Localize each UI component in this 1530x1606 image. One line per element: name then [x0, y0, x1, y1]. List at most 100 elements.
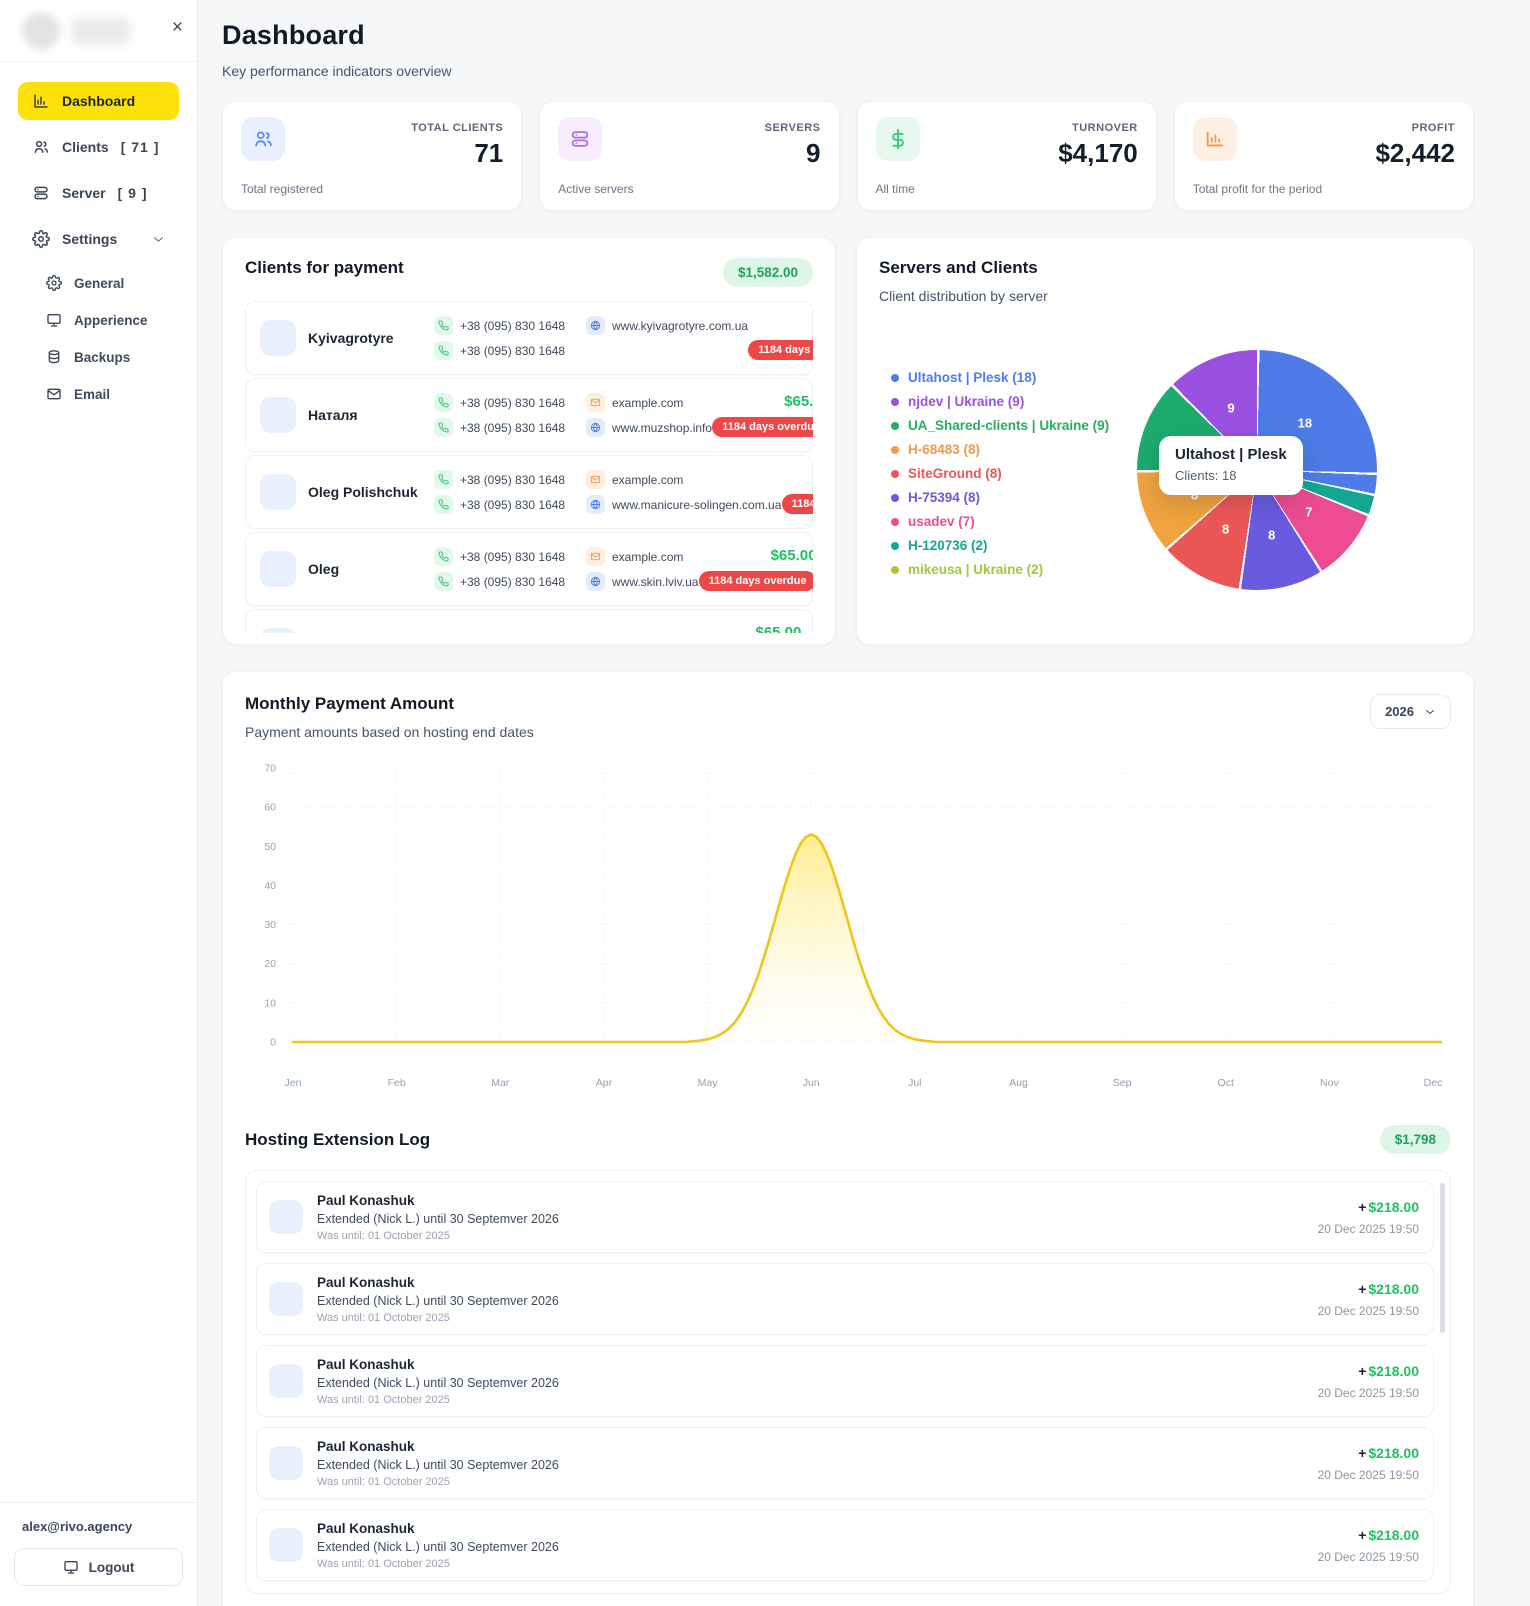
- close-icon[interactable]: ×: [172, 18, 183, 37]
- servers-panel-title: Servers and Clients: [879, 258, 1038, 277]
- globe-icon: [586, 572, 605, 591]
- client-avatar: [260, 551, 296, 587]
- svg-text:Jen: Jen: [285, 1077, 302, 1089]
- logout-button[interactable]: Logout: [14, 1548, 183, 1586]
- log-amount-value: $218.00: [1368, 1280, 1419, 1297]
- log-amount: + $218.00: [1209, 1527, 1419, 1543]
- hosting-log-scrollbar[interactable]: [1440, 1183, 1445, 1333]
- client-contacts: example.com www.skin.lviv.ua: [586, 547, 698, 592]
- client-row[interactable]: Kyivagrotyre +38 (095) 830 1648 +38 (095)…: [245, 301, 813, 375]
- kpi-icon: [1192, 117, 1237, 161]
- log-extension-text: Extended (Nick L.) until 30 Septemver 20…: [317, 1457, 559, 1472]
- client-row[interactable]: Oleg Polishchuk +38 (095) 830 1648 +38 (0…: [245, 455, 813, 529]
- svg-text:Mar: Mar: [491, 1077, 510, 1089]
- avatar: [22, 12, 60, 50]
- sidebar-item-server[interactable]: Server [ 9 ]: [18, 174, 179, 212]
- sidebar-nav: Dashboard Clients [ 71 ] Server [ 9 ] Se…: [0, 62, 197, 1502]
- nav-label: Backups: [74, 349, 131, 365]
- legend-label: usadev (7): [908, 514, 975, 529]
- client-amount: $65.00: [784, 393, 813, 410]
- log-avatar: [269, 1364, 303, 1398]
- client-row[interactable]: Oleg +38 (095) 830 1648 +38 (095) 830 164…: [245, 532, 813, 606]
- legend-item[interactable]: SiteGround (8): [891, 466, 1109, 481]
- legend-item[interactable]: mikeusa | Ukraine (2): [891, 562, 1109, 577]
- nav-label: Apperience: [74, 312, 148, 328]
- chevron-down-icon: [152, 233, 165, 246]
- log-timestamp: 20 Dec 2025 19:50: [1317, 1303, 1419, 1318]
- legend-item[interactable]: H-68483 (8): [891, 442, 1109, 457]
- nav-icon: [46, 386, 62, 402]
- sidebar-item-general[interactable]: General: [32, 266, 179, 300]
- legend-item[interactable]: Ultahost | Plesk (18): [891, 370, 1109, 385]
- hosting-log-title: Hosting Extension Log: [245, 1129, 431, 1149]
- legend-label: SiteGround (8): [908, 466, 1002, 481]
- pie-slice-label: 18: [1297, 415, 1313, 431]
- log-amount: + $218.00: [1209, 1281, 1419, 1297]
- client-avatar: [260, 397, 296, 433]
- kpi-value: 71: [474, 138, 504, 168]
- nav-icon: [32, 184, 50, 202]
- chevron-down-icon: [1424, 706, 1436, 718]
- clients-for-payment-panel: Clients for payment $1,582.00 Kyivagroty…: [222, 237, 836, 645]
- svg-text:50: 50: [264, 841, 276, 853]
- phone-icon: [434, 470, 453, 489]
- monthly-chart-title: Monthly Payment Amount: [245, 694, 455, 713]
- log-row[interactable]: Paul Konashuk Extended (Nick L.) until 3…: [256, 1345, 1434, 1417]
- legend-item[interactable]: H-75394 (8): [891, 490, 1109, 505]
- log-was-until: Was until: 01 October 2025: [317, 1475, 450, 1488]
- legend-item[interactable]: H-120736 (2): [891, 538, 1109, 553]
- sidebar-item-settings[interactable]: Settings: [18, 220, 179, 258]
- area-chart: 0 10 20 30 40 50 60 70 Jen Feb Mar Apr May Jun Jul Aug S…: [245, 754, 1451, 1099]
- sidebar-item-apperience[interactable]: Apperience: [32, 303, 179, 337]
- plus-sign: +: [1358, 1362, 1367, 1379]
- hosting-log-badge: $1,798: [1379, 1125, 1451, 1154]
- log-extension-text: Extended (Nick L.) until 30 Septemver 20…: [317, 1375, 559, 1390]
- client-row[interactable]: Наталя +38 (095) 830 1648 +38 (095) 830 1…: [245, 378, 813, 452]
- phone-icon: [434, 547, 453, 566]
- kpi-label: PROFIT: [1411, 122, 1455, 134]
- pie-tooltip-title: Ultahost | Plesk: [1175, 446, 1287, 463]
- log-amount-value: $218.00: [1368, 1362, 1419, 1379]
- log-timestamp: 20 Dec 2025 19:50: [1317, 1385, 1419, 1400]
- log-row[interactable]: Paul Konashuk Extended (Nick L.) until 3…: [256, 1427, 1434, 1499]
- svg-text:Feb: Feb: [388, 1077, 406, 1089]
- user-email: alex@rivo.agency: [22, 1519, 133, 1534]
- pie-slice-label: 8: [1268, 527, 1276, 543]
- log-client-name: Paul Konashuk: [317, 1520, 415, 1536]
- client-phones: +38 (095) 830 1648 +38 (095) 830 1648: [434, 316, 586, 361]
- sidebar-item-backups[interactable]: Backups: [32, 340, 179, 374]
- log-timestamp: 20 Dec 2025 19:50: [1317, 1221, 1419, 1236]
- kpi-value: 9: [806, 138, 821, 168]
- phone-icon: [434, 341, 453, 360]
- nav-badge: [ 9 ]: [117, 185, 148, 201]
- client-avatar: [260, 320, 296, 356]
- kpi-label: TOTAL CLIENTS: [411, 122, 504, 134]
- legend-label: H-68483 (8): [908, 442, 981, 457]
- svg-text:Nov: Nov: [1320, 1077, 1339, 1089]
- hosting-log-list: Paul Konashuk Extended (Nick L.) until 3…: [245, 1170, 1451, 1594]
- workspace-name: [72, 18, 130, 44]
- mail-icon: [586, 547, 605, 566]
- legend-item[interactable]: njdev | Ukraine (9): [891, 394, 1109, 409]
- log-row[interactable]: Paul Konashuk Extended (Nick L.) until 3…: [256, 1263, 1434, 1335]
- legend-dot: [891, 397, 899, 406]
- legend-label: H-120736 (2): [908, 538, 988, 553]
- kpi-card: TOTAL CLIENTS 71 Total registered: [222, 101, 523, 211]
- legend-item[interactable]: usadev (7): [891, 514, 1109, 529]
- overdue-badge: 1184 days overdue: [748, 340, 813, 360]
- client-row[interactable]: +38 (095) 830 1648 example.com $65.00 11…: [245, 609, 813, 633]
- sidebar-item-email[interactable]: Email: [32, 377, 179, 411]
- sidebar-item-clients[interactable]: Clients [ 71 ]: [18, 128, 179, 166]
- legend-item[interactable]: UA_Shared-clients | Ukraine (9): [891, 418, 1109, 433]
- globe-icon: [586, 316, 605, 335]
- log-row[interactable]: Paul Konashuk Extended (Nick L.) until 3…: [256, 1181, 1434, 1253]
- client-amount: $65.00: [781, 470, 813, 487]
- year-select[interactable]: 2026: [1370, 694, 1451, 729]
- client-phones: +38 (095) 830 1648 +38 (095) 830 1648: [434, 393, 586, 438]
- log-row[interactable]: Paul Konashuk Extended (Nick L.) until 3…: [256, 1509, 1434, 1581]
- kpi-caption: Total profit for the period: [1192, 182, 1323, 196]
- sidebar-item-dashboard[interactable]: Dashboard: [18, 82, 179, 120]
- plus-sign: +: [1358, 1280, 1367, 1297]
- client-contacts: example.com www.muzshop.info: [586, 393, 712, 438]
- svg-text:10: 10: [264, 997, 276, 1009]
